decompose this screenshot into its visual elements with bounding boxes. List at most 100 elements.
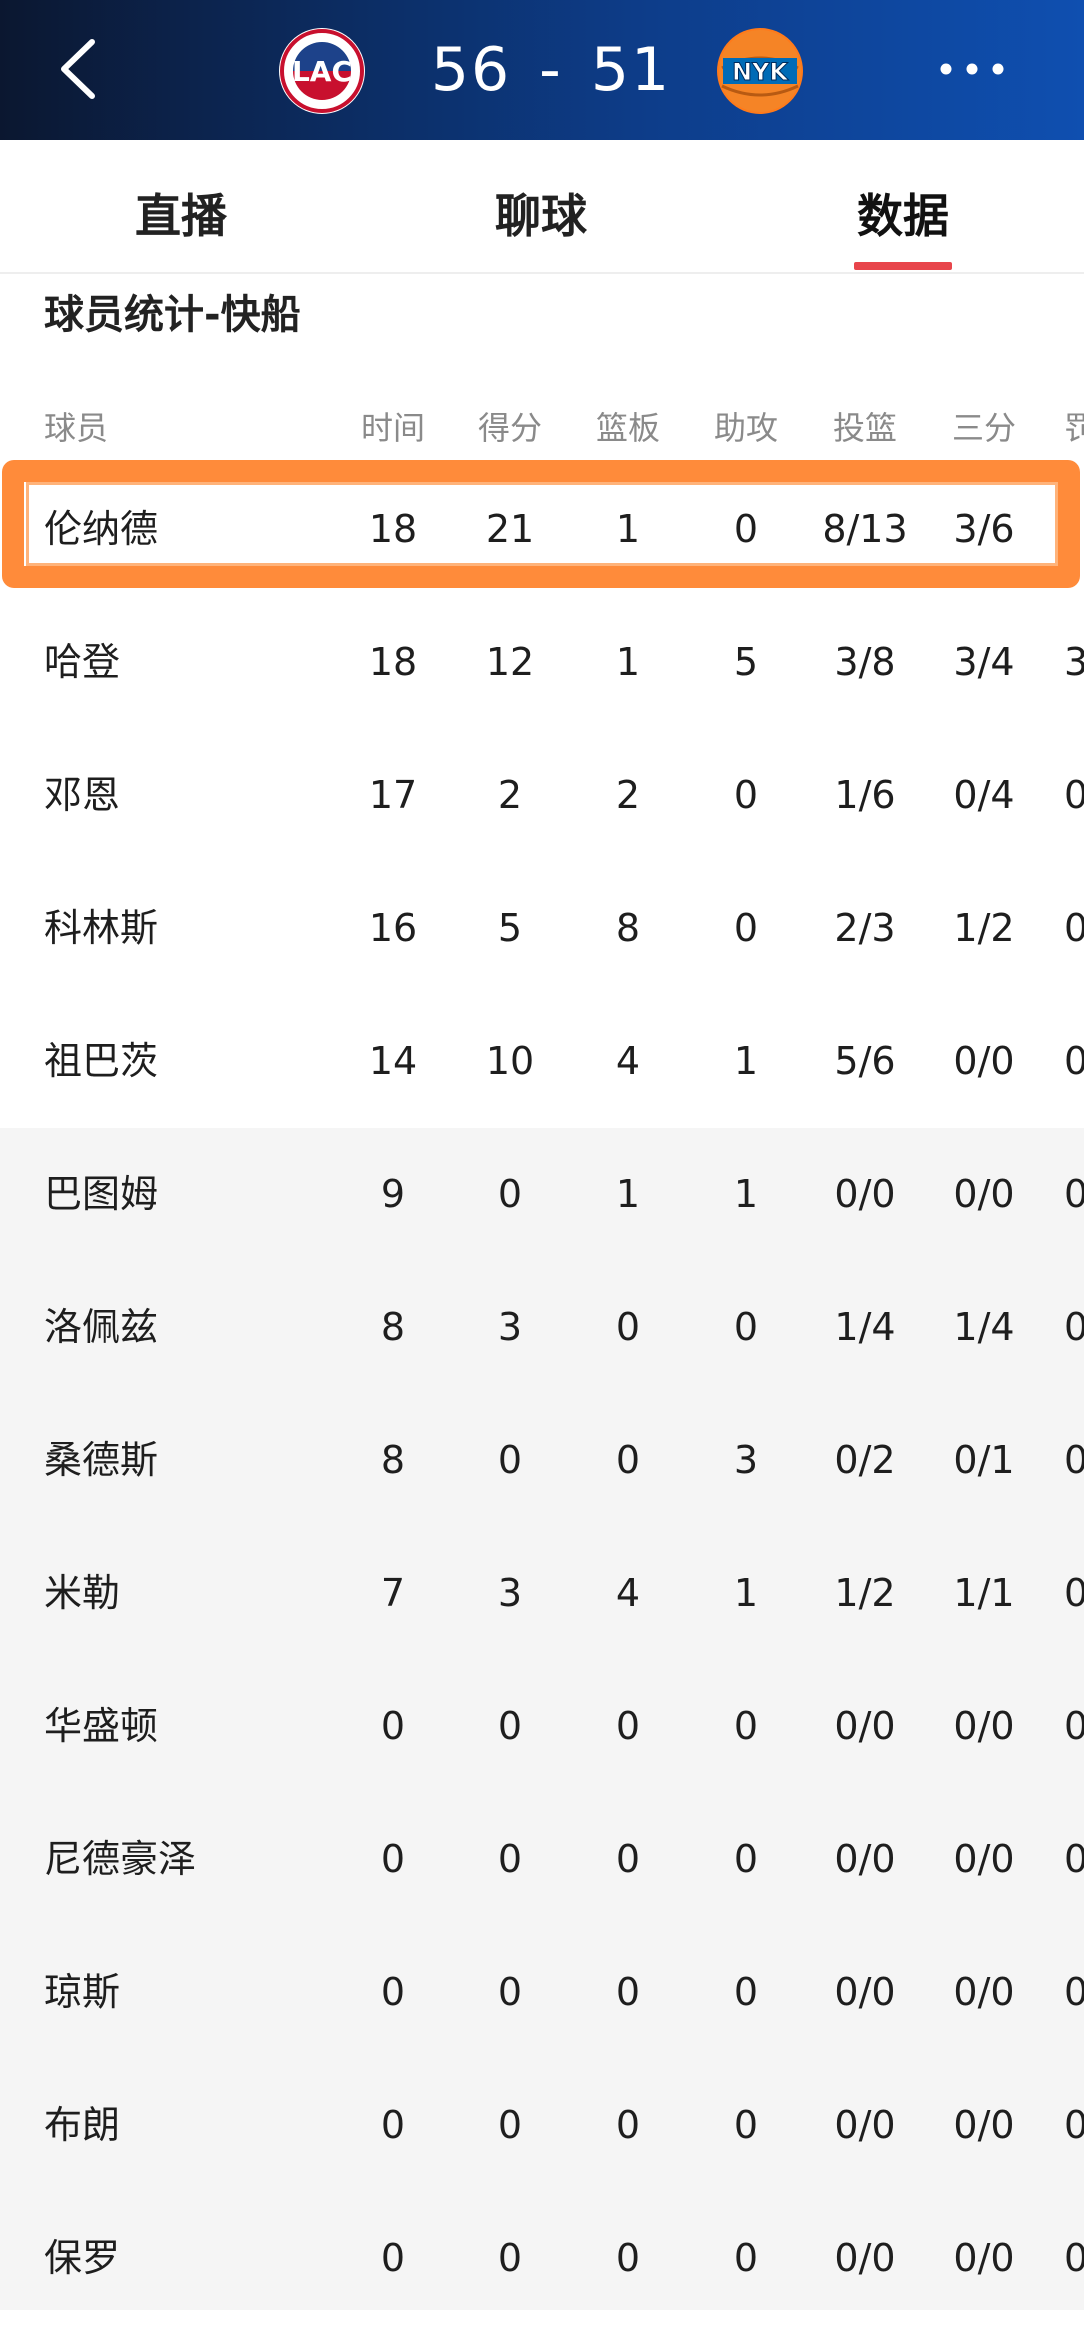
stat-points: 3 [497, 1305, 523, 1349]
player-name: 布朗 [44, 2103, 121, 2147]
stat-time: 7 [380, 1571, 406, 1615]
away-team-abbr: NYK [732, 58, 789, 86]
tab-live[interactable]: 直播 [101, 180, 261, 246]
away-score: 51 [590, 35, 672, 105]
stat-rebounds: 0 [615, 1438, 641, 1482]
stat-time: 0 [380, 2236, 406, 2280]
stat-assists: 0 [733, 773, 759, 817]
stat-time: 18 [368, 507, 418, 551]
stat-rebounds: 0 [615, 2103, 641, 2147]
stat-free-throws: 0 [1064, 1438, 1084, 1482]
table-row[interactable]: 哈登 18 12 1 5 3/8 3/4 3 [0, 596, 1084, 729]
player-name: 哈登 [44, 640, 121, 684]
stat-time: 0 [380, 1837, 406, 1881]
stat-rebounds: 4 [615, 1571, 641, 1615]
stat-three-pointers: 0/4 [953, 773, 1015, 817]
stat-points: 0 [497, 1837, 523, 1881]
player-name: 华盛顿 [44, 1704, 159, 1748]
col-rebounds[interactable]: 篮板 [573, 403, 683, 449]
table-row[interactable]: 伦纳德 18 21 1 0 8/13 3/6 [0, 463, 1084, 596]
table-row[interactable]: 祖巴茨 14 10 4 1 5/6 0/0 0 [0, 995, 1084, 1128]
col-time[interactable]: 时间 [338, 403, 448, 449]
stat-free-throws: 0 [1064, 773, 1084, 817]
stat-three-pointers: 0/1 [953, 1438, 1015, 1482]
home-team-logo[interactable]: LAC [279, 28, 365, 114]
scoreboard: 56 - 51 [416, 30, 686, 110]
stat-free-throws: 0 [1064, 1571, 1084, 1615]
stat-assists: 3 [733, 1438, 759, 1482]
home-team-abbr: LAC [292, 55, 352, 88]
stat-rebounds: 1 [615, 1172, 641, 1216]
stat-three-pointers: 0/0 [953, 1039, 1015, 1083]
stat-rebounds: 0 [615, 2236, 641, 2280]
stat-points: 0 [497, 1704, 523, 1748]
stat-time: 16 [368, 906, 418, 950]
stat-assists: 1 [733, 1571, 759, 1615]
table-row[interactable]: 米勒 7 3 4 1 1/2 1/1 0 [0, 1527, 1084, 1660]
away-team-logo[interactable]: NYK [717, 28, 803, 114]
more-options-button[interactable] [932, 44, 1012, 94]
stat-field-goals: 0/0 [834, 1704, 896, 1748]
stat-assists: 0 [733, 906, 759, 950]
stat-three-pointers: 1/4 [953, 1305, 1015, 1349]
stat-assists: 1 [733, 1039, 759, 1083]
stat-free-throws: 0 [1064, 1704, 1084, 1748]
tab-stats[interactable]: 数据 [823, 180, 983, 246]
stat-field-goals: 2/3 [834, 906, 896, 950]
stat-rebounds: 8 [615, 906, 641, 950]
stat-time: 18 [368, 640, 418, 684]
col-field-goals[interactable]: 投篮 [810, 403, 920, 449]
more-dots-icon [940, 63, 1004, 75]
table-row[interactable]: 保罗 0 0 0 0 0/0 0/0 0 [0, 2192, 1084, 2310]
stat-points: 0 [497, 2236, 523, 2280]
stat-time: 8 [380, 1438, 406, 1482]
stat-three-pointers: 1/2 [953, 906, 1015, 950]
table-row[interactable]: 华盛顿 0 0 0 0 0/0 0/0 0 [0, 1660, 1084, 1793]
col-free-throws[interactable]: 罚 [1064, 403, 1084, 449]
stat-assists: 5 [733, 640, 759, 684]
table-row[interactable]: 布朗 0 0 0 0 0/0 0/0 0 [0, 2059, 1084, 2192]
stat-points: 5 [497, 906, 523, 950]
stat-assists: 0 [733, 1837, 759, 1881]
player-name: 尼德豪泽 [44, 1837, 197, 1881]
col-three-pointers[interactable]: 三分 [929, 403, 1039, 449]
stat-free-throws: 3 [1064, 640, 1084, 684]
player-name: 科林斯 [44, 906, 159, 950]
chevron-left-icon [61, 39, 95, 99]
stat-points: 12 [485, 640, 535, 684]
stat-three-pointers: 1/1 [953, 1571, 1015, 1615]
col-assists[interactable]: 助攻 [691, 403, 801, 449]
tab-chat[interactable]: 聊球 [461, 180, 621, 246]
table-row[interactable]: 尼德豪泽 0 0 0 0 0/0 0/0 0 [0, 1793, 1084, 1926]
stat-three-pointers: 0/0 [953, 1172, 1015, 1216]
table-header: 球员 时间 得分 篮板 助攻 投篮 三分 罚 [0, 403, 1084, 453]
active-tab-indicator [854, 262, 952, 270]
col-points[interactable]: 得分 [455, 403, 565, 449]
tab-bar: 直播 聊球 数据 [0, 140, 1084, 274]
back-button[interactable] [50, 34, 110, 104]
player-name: 米勒 [44, 1571, 121, 1615]
stat-field-goals: 0/0 [834, 1970, 896, 2014]
table-row[interactable]: 科林斯 16 5 8 0 2/3 1/2 0 [0, 862, 1084, 995]
table-row[interactable]: 邓恩 17 2 2 0 1/6 0/4 0 [0, 729, 1084, 862]
stat-rebounds: 1 [615, 640, 641, 684]
stat-assists: 0 [733, 1970, 759, 2014]
stat-three-pointers: 0/0 [953, 1704, 1015, 1748]
stat-free-throws: 0 [1064, 1837, 1084, 1881]
stat-assists: 0 [733, 507, 759, 551]
stat-assists: 1 [733, 1172, 759, 1216]
stat-field-goals: 8/13 [822, 507, 908, 551]
stat-free-throws: 0 [1064, 906, 1084, 950]
player-name: 祖巴茨 [44, 1039, 159, 1083]
stat-free-throws: 0 [1064, 1305, 1084, 1349]
stat-free-throws [1064, 463, 1084, 596]
table-row[interactable]: 桑德斯 8 0 0 3 0/2 0/1 0 [0, 1394, 1084, 1527]
stat-time: 0 [380, 1704, 406, 1748]
player-name: 伦纳德 [44, 507, 159, 551]
stat-field-goals: 0/0 [834, 2236, 896, 2280]
table-row[interactable]: 巴图姆 9 0 1 1 0/0 0/0 0 [0, 1128, 1084, 1261]
table-row[interactable]: 洛佩兹 8 3 0 0 1/4 1/4 0 [0, 1261, 1084, 1394]
stat-assists: 0 [733, 2236, 759, 2280]
stat-three-pointers: 3/6 [953, 507, 1015, 551]
table-row[interactable]: 琼斯 0 0 0 0 0/0 0/0 0 [0, 1926, 1084, 2059]
